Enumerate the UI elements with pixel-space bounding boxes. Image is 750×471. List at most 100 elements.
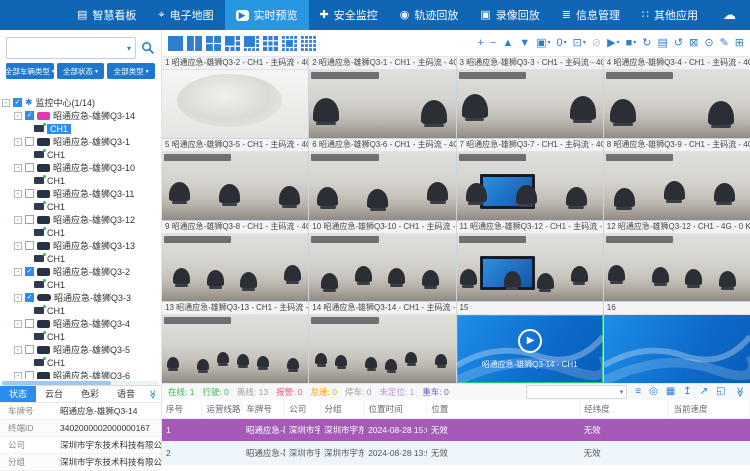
collapse-toggle-icon[interactable]: - (14, 268, 22, 276)
snapshot-icon[interactable]: ⊡▾ (573, 38, 586, 49)
play-icon[interactable]: ▶ (518, 329, 542, 353)
tree-device[interactable]: - 昭通应急-雄狮Q3-5 (0, 343, 160, 356)
layout-9-icon[interactable] (263, 36, 278, 51)
video-frame[interactable] (604, 234, 750, 302)
device-checkbox[interactable]: ✓ (25, 293, 34, 302)
play-all-icon[interactable]: ▶▾ (607, 38, 619, 49)
collapse-toggle-icon[interactable]: - (14, 372, 22, 380)
collapse-chevron-icon[interactable]: ≫ (734, 387, 744, 397)
loop-play-icon[interactable]: ↺ (674, 38, 683, 49)
device-checkbox[interactable] (25, 215, 34, 224)
tree-device[interactable]: - 昭通应急-雄狮Q3-13 (0, 239, 160, 252)
tree-channel[interactable]: CH1 (0, 148, 160, 161)
video-tile[interactable]: 13 昭通应急-雄狮Q3-13 - CH1 - 主码流 - 4G - 0 ... (162, 302, 308, 383)
clear-windows-icon[interactable]: ⊠ (689, 38, 698, 49)
collapse-toggle-icon[interactable]: - (14, 164, 22, 172)
panel-tab-状态[interactable]: 状态 (0, 386, 36, 402)
device-checkbox[interactable]: ✓ (25, 111, 34, 120)
video-frame[interactable] (604, 152, 750, 220)
nav-tab-dashboard[interactable]: ▤ 智慧看板 (66, 0, 147, 30)
tree-channel[interactable]: CH1 (0, 304, 160, 317)
dropdown-caret-icon[interactable]: ▾ (127, 44, 131, 53)
video-frame[interactable] (162, 152, 308, 220)
page-down-icon[interactable]: ▼ (519, 38, 530, 49)
panel-tab-语音[interactable]: 语音 (108, 386, 144, 402)
video-frame[interactable] (604, 70, 750, 138)
nav-tab-map[interactable]: ⌖ 电子地图 (147, 0, 224, 30)
video-tile[interactable]: 4 昭通应急-雄狮Q3-4 - CH1 - 主码流 - 4G - 0 KB... (604, 57, 750, 138)
video-tile[interactable]: 3 昭通应急-雄狮Q3-3 - CH1 - 主码流 - 4G - 0 K... (457, 57, 603, 138)
expand-table-icon[interactable]: ◱ (716, 387, 725, 397)
device-checkbox[interactable]: ✓ (25, 267, 34, 276)
device-checkbox[interactable] (25, 319, 34, 328)
filter-dropdown-1[interactable]: 全部状态 ▾ (57, 63, 105, 79)
remove-window-icon[interactable]: − (490, 38, 496, 49)
layout-13-icon[interactable] (282, 36, 297, 51)
video-tile[interactable]: 11 昭通应急-雄狮Q3-12 - CH1 - 主码流 - 4G - 0 ... (457, 221, 603, 302)
video-frame[interactable] (162, 70, 308, 138)
panel-tab-色彩[interactable]: 色彩 (72, 386, 108, 402)
collapse-chevron-icon[interactable]: ≫ (147, 389, 158, 398)
tree-channel[interactable]: CH1 (0, 252, 160, 265)
root-checkbox[interactable]: ✓ (13, 98, 22, 107)
layout-2-icon[interactable] (187, 36, 202, 51)
collapse-toggle-icon[interactable]: - (14, 346, 22, 354)
panel-tab-云台[interactable]: 云台 (36, 386, 72, 402)
video-frame[interactable] (309, 152, 455, 220)
add-window-icon[interactable]: + (477, 38, 483, 49)
nav-tab-info-manage[interactable]: ≣ 信息管理 (551, 0, 631, 30)
video-frame[interactable] (309, 234, 455, 302)
video-frame[interactable] (162, 315, 308, 383)
video-frame[interactable]: ▶ 昭通应急-雄狮Q3-14 - CH1 (457, 315, 603, 383)
video-tile[interactable]: 1 昭通应急-雄狮Q3-2 - CH1 - 主码流 - 4G - 0 K... (162, 57, 308, 138)
collapse-toggle-icon[interactable]: - (14, 190, 22, 198)
export-icon[interactable]: ↥ (683, 387, 691, 397)
tree-device[interactable]: - 昭通应急-雄狮Q3-12 (0, 213, 160, 226)
stream-type-icon[interactable]: 0▾ (557, 38, 567, 49)
video-tile[interactable]: 14 昭通应急-雄狮Q3-14 - CH1 - 主码流 - 4G - 3... (309, 302, 455, 383)
layout-1-icon[interactable] (168, 36, 183, 51)
device-checkbox[interactable] (25, 345, 34, 354)
layout-16-icon[interactable] (301, 36, 316, 51)
video-tile[interactable]: 6 昭通应急-雄狮Q3-6 - CH1 - 主码流 - 4G - 0 K... (309, 139, 455, 220)
collapse-toggle-icon[interactable]: - (2, 99, 10, 107)
screen-layout-icon[interactable]: ▣▾ (536, 38, 550, 49)
device-checkbox[interactable] (25, 189, 34, 198)
stop-all-icon[interactable]: ■▾ (626, 38, 637, 49)
video-tile[interactable]: 10 昭通应急-雄狮Q3-10 - CH1 - 主码流 - 4G - 0 ... (309, 221, 455, 302)
device-checkbox[interactable] (25, 137, 34, 146)
color-adjust-icon[interactable]: ✎ (720, 38, 729, 49)
tree-channel[interactable]: CH1 (0, 330, 160, 343)
cloud-icon[interactable]: ☁ (709, 0, 750, 30)
export-excel-icon[interactable]: ▦ (666, 387, 675, 397)
collapse-toggle-icon[interactable]: - (14, 320, 22, 328)
table-row[interactable]: 2昭通应急-雄狮Q3-14深圳市宇东技术科技有限公司 深圳市宇东技术科技有限公司… (162, 442, 750, 465)
collapse-toggle-icon[interactable]: - (14, 216, 22, 224)
tree-device[interactable]: - 昭通应急-雄狮Q3-1 (0, 135, 160, 148)
audio-mute-icon[interactable]: ⊘ (592, 38, 601, 49)
video-frame[interactable] (604, 315, 750, 383)
collapse-toggle-icon[interactable]: - (14, 294, 22, 302)
tree-channel[interactable]: CH1 (0, 122, 160, 135)
tree-channel[interactable]: CH1 (0, 356, 160, 369)
tree-channel[interactable]: CH1 (0, 174, 160, 187)
collapse-toggle-icon[interactable]: - (14, 112, 22, 120)
tree-device[interactable]: - 昭通应急-雄狮Q3-4 (0, 317, 160, 330)
device-checkbox[interactable] (25, 241, 34, 250)
table-filter-select[interactable]: ▾ (526, 385, 627, 399)
table-row[interactable]: 1昭通应急-雄狮Q3-14深圳市宇东技术科技有限公司 深圳市宇东技术科技有限公司… (162, 419, 750, 442)
nav-tab-shield[interactable]: ✚ 安全监控 (309, 0, 389, 30)
fullscreen-icon[interactable]: ⊞ (735, 38, 744, 49)
video-tile[interactable]: 16 (604, 302, 750, 383)
filter-dropdown-0[interactable]: 全部车辆类型 ▾ (6, 63, 54, 79)
tree-channel[interactable]: CH1 (0, 200, 160, 213)
video-frame[interactable] (457, 152, 603, 220)
video-frame[interactable] (309, 315, 455, 383)
search-input[interactable]: ▾ (6, 37, 136, 59)
tree-device[interactable]: - 昭通应急-雄狮Q3-6 (0, 369, 160, 379)
tree-root[interactable]: - ✓ ✱ 监控中心(1/14) (0, 96, 160, 109)
layout-6-icon[interactable] (225, 36, 240, 51)
device-checkbox[interactable] (25, 163, 34, 172)
tree-device[interactable]: - ✓ 昭通应急-雄狮Q3-3 (0, 291, 160, 304)
tree-channel[interactable]: CH1 (0, 226, 160, 239)
